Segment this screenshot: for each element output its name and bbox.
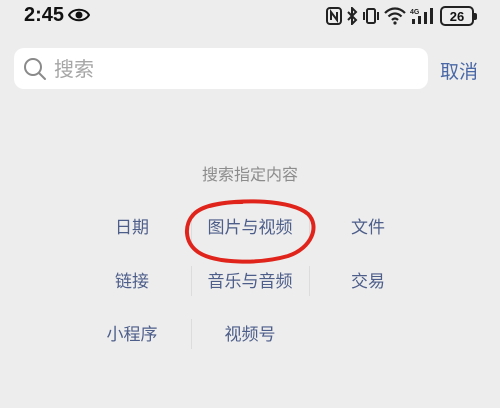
status-bar: 2:45 4G 26 — [0, 0, 500, 34]
divider — [309, 266, 310, 296]
divider — [191, 266, 192, 296]
battery-icon: 26 — [440, 6, 477, 26]
cancel-button[interactable]: 取消 — [440, 56, 490, 84]
status-time: 2:45 — [24, 4, 65, 26]
vibrate-icon — [363, 8, 379, 24]
nfc-icon — [326, 7, 342, 25]
search-box[interactable] — [14, 48, 428, 89]
wifi-icon — [384, 7, 406, 25]
category-transactions[interactable]: 交易 — [309, 270, 427, 294]
category-channels[interactable]: 视频号 — [191, 323, 309, 347]
status-icons: 4G 26 — [326, 5, 477, 27]
section-title: 搜索指定内容 — [201, 165, 298, 184]
category-files[interactable]: 文件 — [309, 216, 427, 240]
bluetooth-icon — [347, 7, 358, 25]
category-images-videos[interactable]: 图片与视频 — [191, 216, 309, 240]
category-links[interactable]: 链接 — [73, 270, 191, 294]
category-date[interactable]: 日期 — [73, 216, 191, 240]
search-icon — [24, 58, 46, 80]
search-input[interactable] — [54, 48, 414, 89]
divider — [309, 212, 310, 242]
battery-level: 26 — [449, 8, 465, 24]
cellular-4g-icon: 4G — [410, 8, 433, 24]
category-mini-programs[interactable]: 小程序 — [73, 323, 191, 347]
divider — [191, 212, 192, 242]
category-music-audio[interactable]: 音乐与音频 — [191, 270, 309, 294]
eye-icon — [68, 8, 90, 22]
svg-text:4G: 4G — [410, 9, 420, 16]
divider — [191, 319, 192, 349]
screen: 2:45 4G 26 搜索 取消 搜索指定内容 日期 图片与视频 文件 链接 音… — [0, 0, 500, 408]
